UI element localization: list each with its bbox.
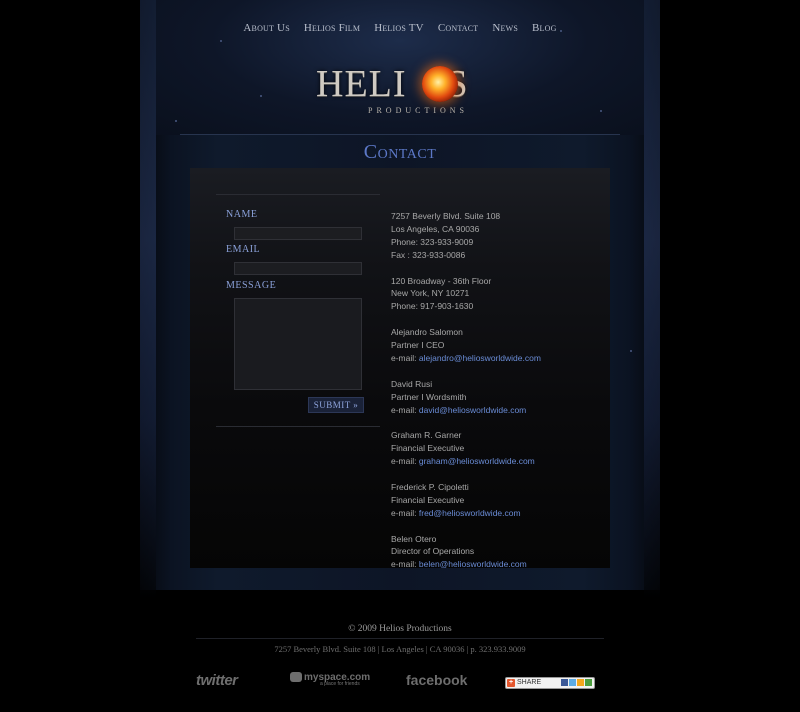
email-link[interactable]: david@heliosworldwide.com — [419, 405, 526, 415]
person-title: Financial Executive — [391, 443, 465, 454]
email-link[interactable]: belen@heliosworldwide.com — [419, 559, 527, 569]
contact-info: 7257 Beverly Blvd. Suite 108 Los Angeles… — [391, 210, 611, 584]
message-label: MESSAGE — [226, 280, 277, 291]
contact-person: David Rusi Partner I Wordsmith e-mail: d… — [391, 378, 611, 417]
email-link[interactable]: alejandro@heliosworldwide.com — [419, 353, 541, 363]
myspace-icon[interactable]: myspace.com a place for friends — [290, 672, 370, 692]
nav-helios-tv[interactable]: Helios TV — [374, 22, 424, 34]
footer-divider — [196, 638, 604, 639]
office-address-line: 7257 Beverly Blvd. Suite 108 — [391, 211, 501, 221]
person-title: Partner I CEO — [391, 340, 445, 351]
share-button[interactable]: + SHARE — [505, 677, 595, 689]
email-prefix: e-mail: — [391, 404, 419, 415]
myspace-people-icon — [290, 672, 302, 683]
person-title: Director of Operations — [391, 546, 475, 557]
email-label: EMAIL — [226, 244, 261, 255]
email-field[interactable] — [234, 262, 362, 275]
facebook-icon[interactable]: facebook — [406, 672, 467, 692]
copyright-text: © 2009 Helios Productions — [348, 624, 452, 634]
plus-icon: + — [507, 679, 515, 687]
office-fax: Fax : 323-933-0086 — [391, 249, 466, 260]
left-glow — [140, 0, 156, 600]
person-title: Financial Executive — [391, 494, 465, 505]
name-label: NAME — [226, 209, 258, 220]
name-field[interactable] — [234, 227, 362, 240]
share-service-icons — [561, 679, 592, 686]
message-field[interactable] — [234, 298, 362, 390]
email-prefix: e-mail: — [391, 352, 419, 363]
nav-blog[interactable]: Blog — [532, 22, 557, 34]
helios-logo[interactable]: HELIS PRODUCTIONS — [316, 64, 491, 120]
share-label: SHARE — [517, 679, 542, 686]
nav-helios-film[interactable]: Helios Film — [304, 22, 360, 34]
nav-about-us[interactable]: About Us — [243, 22, 289, 34]
right-glow — [644, 0, 660, 600]
contact-form: NAME EMAIL MESSAGE SUBMIT » — [216, 194, 380, 427]
share-service-icon — [577, 679, 584, 686]
office-phone: Phone: 917-903-1630 — [391, 301, 474, 312]
office-phone: Phone: 323-933-9009 — [391, 236, 474, 247]
page-title: Contact — [363, 141, 437, 163]
person-name: Frederick P. Cipoletti — [391, 481, 469, 492]
share-service-icon — [585, 679, 592, 686]
sun-icon — [422, 66, 458, 102]
office-los-angeles: 7257 Beverly Blvd. Suite 108 Los Angeles… — [391, 210, 611, 262]
logo-word-left: HELI — [316, 63, 407, 105]
email-link[interactable]: graham@heliosworldwide.com — [419, 456, 535, 466]
twitter-icon[interactable]: twitter — [196, 672, 238, 692]
office-city-line: New York, NY 10271 — [391, 288, 470, 299]
office-city-line: Los Angeles, CA 90036 — [391, 223, 480, 234]
person-name: David Rusi — [391, 378, 433, 389]
office-address-line: 120 Broadway - 36th Floor — [391, 275, 492, 286]
email-prefix: e-mail: — [391, 456, 419, 467]
nav-news[interactable]: News — [492, 22, 518, 34]
share-service-icon — [569, 679, 576, 686]
office-new-york: 120 Broadway - 36th Floor New York, NY 1… — [391, 275, 611, 314]
nav-contact[interactable]: Contact — [438, 22, 479, 34]
person-title: Partner I Wordsmith — [391, 391, 467, 402]
email-link[interactable]: fred@heliosworldwide.com — [419, 508, 521, 518]
header-divider — [180, 134, 620, 135]
person-name: Belen Otero — [391, 533, 437, 544]
share-service-icon — [561, 679, 568, 686]
person-name: Alejandro Salomon — [391, 327, 463, 338]
contact-person: Frederick P. Cipoletti Financial Executi… — [391, 481, 611, 520]
email-prefix: e-mail: — [391, 559, 419, 570]
submit-button[interactable]: SUBMIT » — [308, 397, 364, 413]
main-nav: About Us Helios Film Helios TV Contact N… — [0, 22, 800, 34]
footer-address: 7257 Beverly Blvd. Suite 108 | Los Angel… — [274, 644, 526, 654]
contact-person: Alejandro Salomon Partner I CEO e-mail: … — [391, 326, 611, 365]
contact-person: Graham R. Garner Financial Executive e-m… — [391, 429, 611, 468]
contact-person: Belen Otero Director of Operations e-mai… — [391, 533, 611, 572]
person-name: Graham R. Garner — [391, 430, 462, 441]
email-prefix: e-mail: — [391, 507, 419, 518]
logo-subtitle: PRODUCTIONS — [368, 106, 469, 115]
